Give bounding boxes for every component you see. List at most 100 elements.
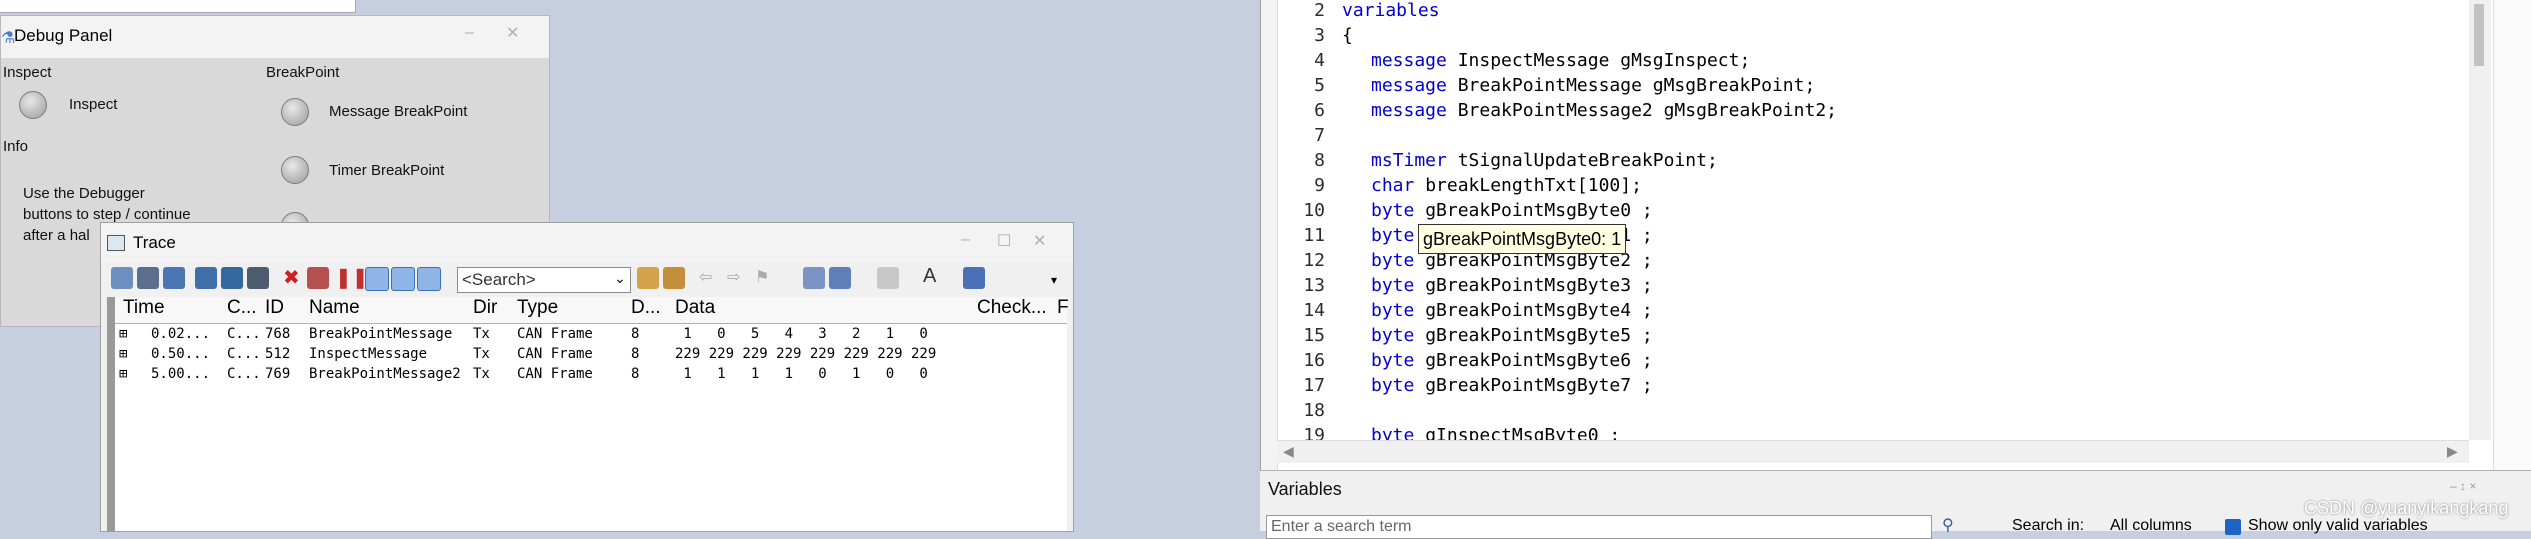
column-f[interactable]: F: [1057, 297, 1069, 319]
arrow-left-icon[interactable]: ⇦: [699, 267, 712, 287]
timer-breakpoint-label: Timer BreakPoint: [329, 162, 445, 179]
code-line[interactable]: message BreakPointMessage2 gMsgBreakPoin…: [1371, 100, 1837, 121]
code-line[interactable]: byte gBreakPointMsgByte0 ;: [1371, 200, 1653, 221]
dlc-cell: 8: [631, 366, 640, 382]
column-time[interactable]: Time: [123, 297, 165, 319]
expand-icon[interactable]: ⊞: [119, 346, 127, 362]
code-line[interactable]: {: [1342, 25, 1353, 46]
trace-minimize-button[interactable]: –: [961, 231, 970, 249]
code-line[interactable]: byte gBreakPointMsgByte3 ;: [1371, 275, 1653, 296]
minimize-button[interactable]: –: [465, 24, 474, 42]
column-id[interactable]: ID: [265, 297, 284, 319]
code-line[interactable]: variables: [1342, 0, 1440, 21]
code-line[interactable]: byte gBreakPointMsgByte7 ;: [1371, 375, 1653, 396]
keyword: byte: [1371, 325, 1415, 346]
clear-icon[interactable]: ✖: [283, 265, 300, 290]
window-layout-icon[interactable]: [963, 267, 985, 289]
id-cell: 769: [265, 366, 291, 382]
variables-search-placeholder: Enter a search term: [1271, 518, 1412, 535]
copy-icon[interactable]: [803, 267, 825, 289]
column-dir[interactable]: Dir: [473, 297, 497, 319]
keyword: byte: [1371, 350, 1415, 371]
line-number: 16: [1303, 350, 1325, 371]
info-group-label: Info: [3, 138, 29, 155]
column-dlc[interactable]: D...: [631, 297, 661, 319]
time-mode-icon[interactable]: [365, 267, 389, 291]
inspect-radio-label: Inspect: [69, 96, 118, 113]
code-line[interactable]: message InspectMessage gMsgInspect;: [1371, 50, 1750, 71]
marker-icon[interactable]: ⚑: [755, 267, 769, 287]
message-breakpoint-radio[interactable]: [281, 98, 309, 126]
arrow-right-icon[interactable]: ⇨: [727, 267, 740, 287]
clear-list-icon[interactable]: [307, 267, 329, 289]
code-line[interactable]: byte gBreakPointMsgByte5 ;: [1371, 325, 1653, 346]
type-cell: CAN Frame: [517, 366, 593, 382]
search-back-icon[interactable]: [663, 267, 685, 289]
code-text: gBreakPointMsgByte3 ;: [1414, 275, 1653, 296]
trace-close-button[interactable]: ✕: [1033, 231, 1046, 251]
variables-search-input[interactable]: Enter a search term: [1266, 515, 1932, 539]
binoculars-search-icon[interactable]: ⚲: [1942, 515, 1954, 535]
trace-search-input[interactable]: <Search> ⌄: [457, 267, 631, 293]
binoculars-icon[interactable]: [247, 267, 269, 289]
code-text: gBreakPointMsgByte0 ;: [1414, 200, 1653, 221]
column-channel[interactable]: C...: [227, 297, 257, 319]
trace-window-icon: [107, 235, 125, 251]
column-data[interactable]: Data: [675, 297, 715, 319]
horizontal-scrollbar[interactable]: ◀ ▶: [1277, 440, 2469, 463]
inspect-radio[interactable]: [19, 91, 47, 119]
trace-maximize-button[interactable]: ☐: [997, 231, 1011, 251]
code-text: {: [1342, 25, 1353, 46]
pause-icon[interactable]: ❚❚: [335, 265, 369, 290]
chart-mode-icon[interactable]: [391, 267, 415, 291]
vertical-scrollbar[interactable]: [2469, 0, 2491, 440]
time-cell: 0.50...: [151, 346, 211, 362]
expand-icon[interactable]: ⊞: [119, 326, 127, 342]
code-line[interactable]: byte gBreakPointMsgByte4 ;: [1371, 300, 1653, 321]
scroll-right-icon[interactable]: ▶: [2447, 443, 2458, 460]
sigma-icon[interactable]: [163, 267, 185, 289]
code-line[interactable]: char breakLengthTxt[100];: [1371, 175, 1642, 196]
layout-icon[interactable]: [877, 267, 899, 289]
show-valid-checkbox[interactable]: [2225, 519, 2241, 535]
column-type[interactable]: Type: [517, 297, 558, 319]
scroll-left-icon[interactable]: ◀: [1283, 443, 1294, 460]
window-title: Debug Panel: [14, 26, 113, 45]
code-text: tSignalUpdateBreakPoint;: [1446, 150, 1718, 171]
column-name[interactable]: Name: [309, 297, 360, 319]
search-forward-icon[interactable]: [637, 267, 659, 289]
scroll-mode-icon[interactable]: [417, 267, 441, 291]
add-filter-icon[interactable]: [111, 267, 133, 289]
toolbar-overflow-icon[interactable]: ▾: [1051, 273, 1057, 287]
id-cell: 768: [265, 326, 291, 342]
timer-breakpoint-radio[interactable]: [281, 156, 309, 184]
name-cell: InspectMessage: [309, 346, 428, 362]
filter-edit-icon[interactable]: [221, 267, 243, 289]
scrollbar-thumb[interactable]: [2474, 4, 2484, 66]
code-text: BreakPointMessage2 gMsgBreakPoint2;: [1446, 100, 1837, 121]
code-line[interactable]: byte gBreakPointMsgByte6 ;: [1371, 350, 1653, 371]
table-row[interactable]: ⊞ 0.02... C... 768 BreakPointMessage Tx …: [107, 325, 1067, 345]
right-side-strip: [2493, 0, 2531, 470]
code-line[interactable]: msTimer tSignalUpdateBreakPoint;: [1371, 150, 1718, 171]
table-row[interactable]: ⊞ 0.50... C... 512 InspectMessage Tx CAN…: [107, 345, 1067, 365]
code-line[interactable]: message BreakPointMessage gMsgBreakPoint…: [1371, 75, 1815, 96]
search-in-select[interactable]: All columns: [2110, 517, 2192, 535]
close-button[interactable]: ✕: [506, 23, 519, 43]
column-checksum[interactable]: Check...: [977, 297, 1047, 319]
keyword: byte: [1371, 300, 1415, 321]
chevron-down-icon[interactable]: ⌄: [614, 270, 626, 287]
filter-icon[interactable]: [195, 267, 217, 289]
panel-pin-controls[interactable]: – ↕ ×: [2450, 479, 2476, 493]
channel-cell: C...: [227, 326, 261, 342]
trace-table: Time C... ID Name Dir Type D... Data Che…: [107, 297, 1069, 531]
expand-icon[interactable]: ⊞: [119, 366, 127, 382]
detail-view-icon[interactable]: [137, 267, 159, 289]
debug-panel-titlebar: ⚗ Debug Panel – ✕: [1, 16, 549, 58]
dlc-cell: 8: [631, 346, 640, 362]
columns-icon[interactable]: [829, 267, 851, 289]
font-icon[interactable]: A: [923, 265, 936, 288]
time-cell: 5.00...: [151, 366, 211, 382]
table-row[interactable]: ⊞ 5.00... C... 769 BreakPointMessage2 Tx…: [107, 365, 1067, 385]
code-text: gBreakPointMsgByte5 ;: [1414, 325, 1653, 346]
